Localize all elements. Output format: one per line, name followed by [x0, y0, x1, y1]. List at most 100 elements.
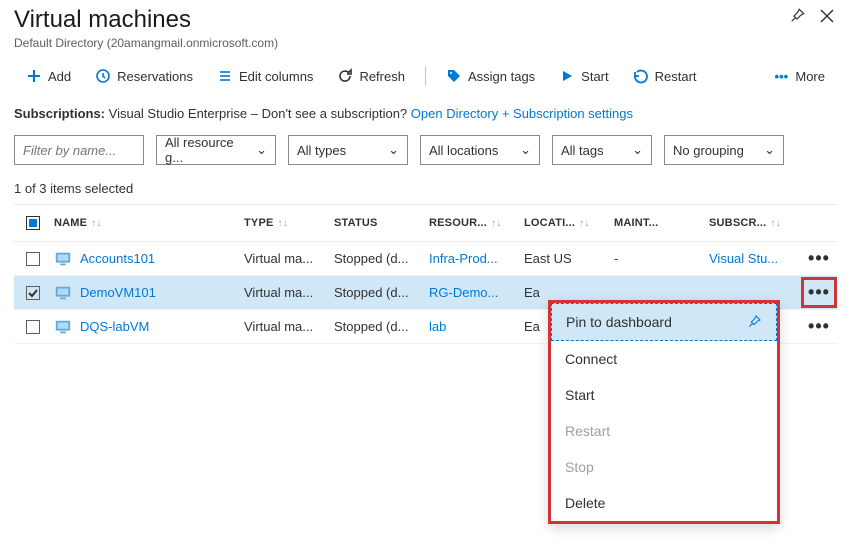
add-label: Add — [48, 69, 71, 84]
cell-type: Virtual ma... — [244, 319, 334, 334]
edit-columns-button[interactable]: Edit columns — [205, 64, 325, 88]
more-button[interactable]: ••• More — [761, 64, 837, 88]
chevron-down-icon: ⌄ — [256, 142, 267, 158]
col-type[interactable]: TYPE↑↓ — [244, 217, 334, 229]
table-header: NAME↑↓ TYPE↑↓ STATUS RESOUR...↑↓ LOCATI.… — [14, 204, 837, 242]
refresh-icon — [337, 68, 353, 84]
col-maint[interactable]: MAINT... — [614, 217, 709, 229]
col-name[interactable]: NAME↑↓ — [54, 217, 244, 229]
add-button[interactable]: Add — [14, 64, 83, 88]
col-loc[interactable]: LOCATI...↑↓ — [524, 217, 614, 229]
vm-name-link[interactable]: DQS-labVM — [54, 318, 244, 336]
ellipsis-icon: ••• — [801, 277, 837, 308]
cell-rg-link[interactable]: lab — [429, 319, 524, 334]
ellipsis-icon: ••• — [808, 316, 830, 337]
chevron-down-icon: ⌄ — [632, 142, 643, 158]
cell-rg-link[interactable]: RG-Demo... — [429, 285, 524, 300]
filter-bar: All resource g... ⌄ All types ⌄ All locati… — [14, 135, 837, 165]
start-button[interactable]: Start — [547, 64, 620, 88]
grouping-dropdown[interactable]: No grouping⌄ — [664, 135, 784, 165]
rg-value: All resource g... — [165, 135, 248, 165]
cell-loc: East US — [524, 251, 614, 266]
subscriptions-text: Subscriptions: Visual Studio Enterprise … — [14, 106, 837, 121]
table-row[interactable]: Accounts101 Virtual ma... Stopped (d... … — [14, 242, 837, 276]
subs-text: Visual Studio Enterprise – Don't see a s… — [109, 106, 408, 121]
vm-name-link[interactable]: Accounts101 — [54, 250, 244, 268]
col-subscr[interactable]: SUBSCR...↑↓ — [709, 217, 799, 229]
menu-pin-to-dashboard[interactable]: Pin to dashboard — [551, 303, 777, 341]
refresh-button[interactable]: Refresh — [325, 64, 417, 88]
row-more-button[interactable]: ••• — [799, 248, 839, 269]
pin-icon — [746, 314, 762, 330]
sort-icon: ↑↓ — [278, 218, 288, 229]
ellipsis-icon: ••• — [808, 248, 830, 269]
menu-connect[interactable]: Connect — [551, 341, 777, 377]
menu-restart-label: Restart — [565, 423, 610, 439]
menu-start[interactable]: Start — [551, 377, 777, 413]
subs-label: Subscriptions: — [14, 106, 105, 121]
cell-type: Virtual ma... — [244, 251, 334, 266]
vm-name: DQS-labVM — [80, 319, 149, 334]
locations-value: All locations — [429, 143, 498, 158]
refresh-label: Refresh — [359, 69, 405, 84]
locations-dropdown[interactable]: All locations ⌄ — [420, 135, 540, 165]
menu-delete[interactable]: Delete — [551, 485, 777, 521]
tag-icon — [446, 68, 462, 84]
cell-subscr-link[interactable]: Visual Stu... — [709, 251, 799, 266]
vm-name-link[interactable]: DemoVM101 — [54, 284, 244, 302]
pin-icon[interactable] — [787, 6, 807, 26]
types-value: All types — [297, 143, 346, 158]
tags-dropdown[interactable]: All tags ⌄ — [552, 135, 652, 165]
close-icon[interactable] — [817, 6, 837, 26]
reservations-button[interactable]: Reservations — [83, 64, 205, 88]
open-directory-link[interactable]: Open Directory + Subscription settings — [411, 106, 633, 121]
menu-delete-label: Delete — [565, 495, 605, 511]
sort-icon: ↑↓ — [770, 218, 780, 229]
edit-columns-label: Edit columns — [239, 69, 313, 84]
cell-maint: - — [614, 251, 709, 266]
col-rg[interactable]: RESOUR...↑↓ — [429, 217, 524, 229]
cell-status: Stopped (d... — [334, 285, 429, 300]
row-more-button[interactable]: ••• — [799, 277, 839, 308]
more-icon: ••• — [773, 68, 789, 84]
tags-value: All tags — [561, 143, 604, 158]
types-dropdown[interactable]: All types ⌄ — [288, 135, 408, 165]
row-checkbox[interactable] — [26, 320, 40, 334]
restart-button[interactable]: Restart — [621, 64, 709, 88]
more-label: More — [795, 69, 825, 84]
vm-name: Accounts101 — [80, 251, 155, 266]
clock-icon — [95, 68, 111, 84]
row-checkbox[interactable] — [26, 252, 40, 266]
plus-icon — [26, 68, 42, 84]
vm-icon — [54, 284, 72, 302]
columns-icon — [217, 68, 233, 84]
start-label: Start — [581, 69, 608, 84]
row-more-button[interactable]: ••• — [799, 316, 839, 337]
chevron-down-icon: ⌄ — [520, 142, 531, 158]
page-title: Virtual machines — [14, 6, 278, 34]
cell-status: Stopped (d... — [334, 251, 429, 266]
restart-label: Restart — [655, 69, 697, 84]
reservations-label: Reservations — [117, 69, 193, 84]
chevron-down-icon: ⌄ — [388, 142, 399, 158]
vm-icon — [54, 250, 72, 268]
grouping-value: No grouping — [673, 143, 744, 158]
sort-icon: ↑↓ — [579, 218, 589, 229]
sort-icon: ↑↓ — [491, 218, 501, 229]
row-checkbox[interactable] — [26, 286, 40, 300]
resource-group-dropdown[interactable]: All resource g... ⌄ — [156, 135, 276, 165]
cell-status: Stopped (d... — [334, 319, 429, 334]
sort-icon: ↑↓ — [91, 218, 101, 229]
vm-name: DemoVM101 — [80, 285, 156, 300]
assign-tags-button[interactable]: Assign tags — [434, 64, 547, 88]
col-status[interactable]: STATUS — [334, 217, 429, 229]
cell-rg-link[interactable]: Infra-Prod... — [429, 251, 524, 266]
menu-pin-label: Pin to dashboard — [566, 314, 672, 330]
selection-count: 1 of 3 items selected — [14, 181, 837, 196]
vm-icon — [54, 318, 72, 336]
menu-stop-label: Stop — [565, 459, 594, 475]
select-all-checkbox[interactable] — [26, 216, 40, 230]
menu-stop: Stop — [551, 449, 777, 485]
toolbar: Add Reservations Edit columns Refresh As… — [14, 64, 837, 88]
filter-name-input[interactable] — [14, 135, 144, 165]
